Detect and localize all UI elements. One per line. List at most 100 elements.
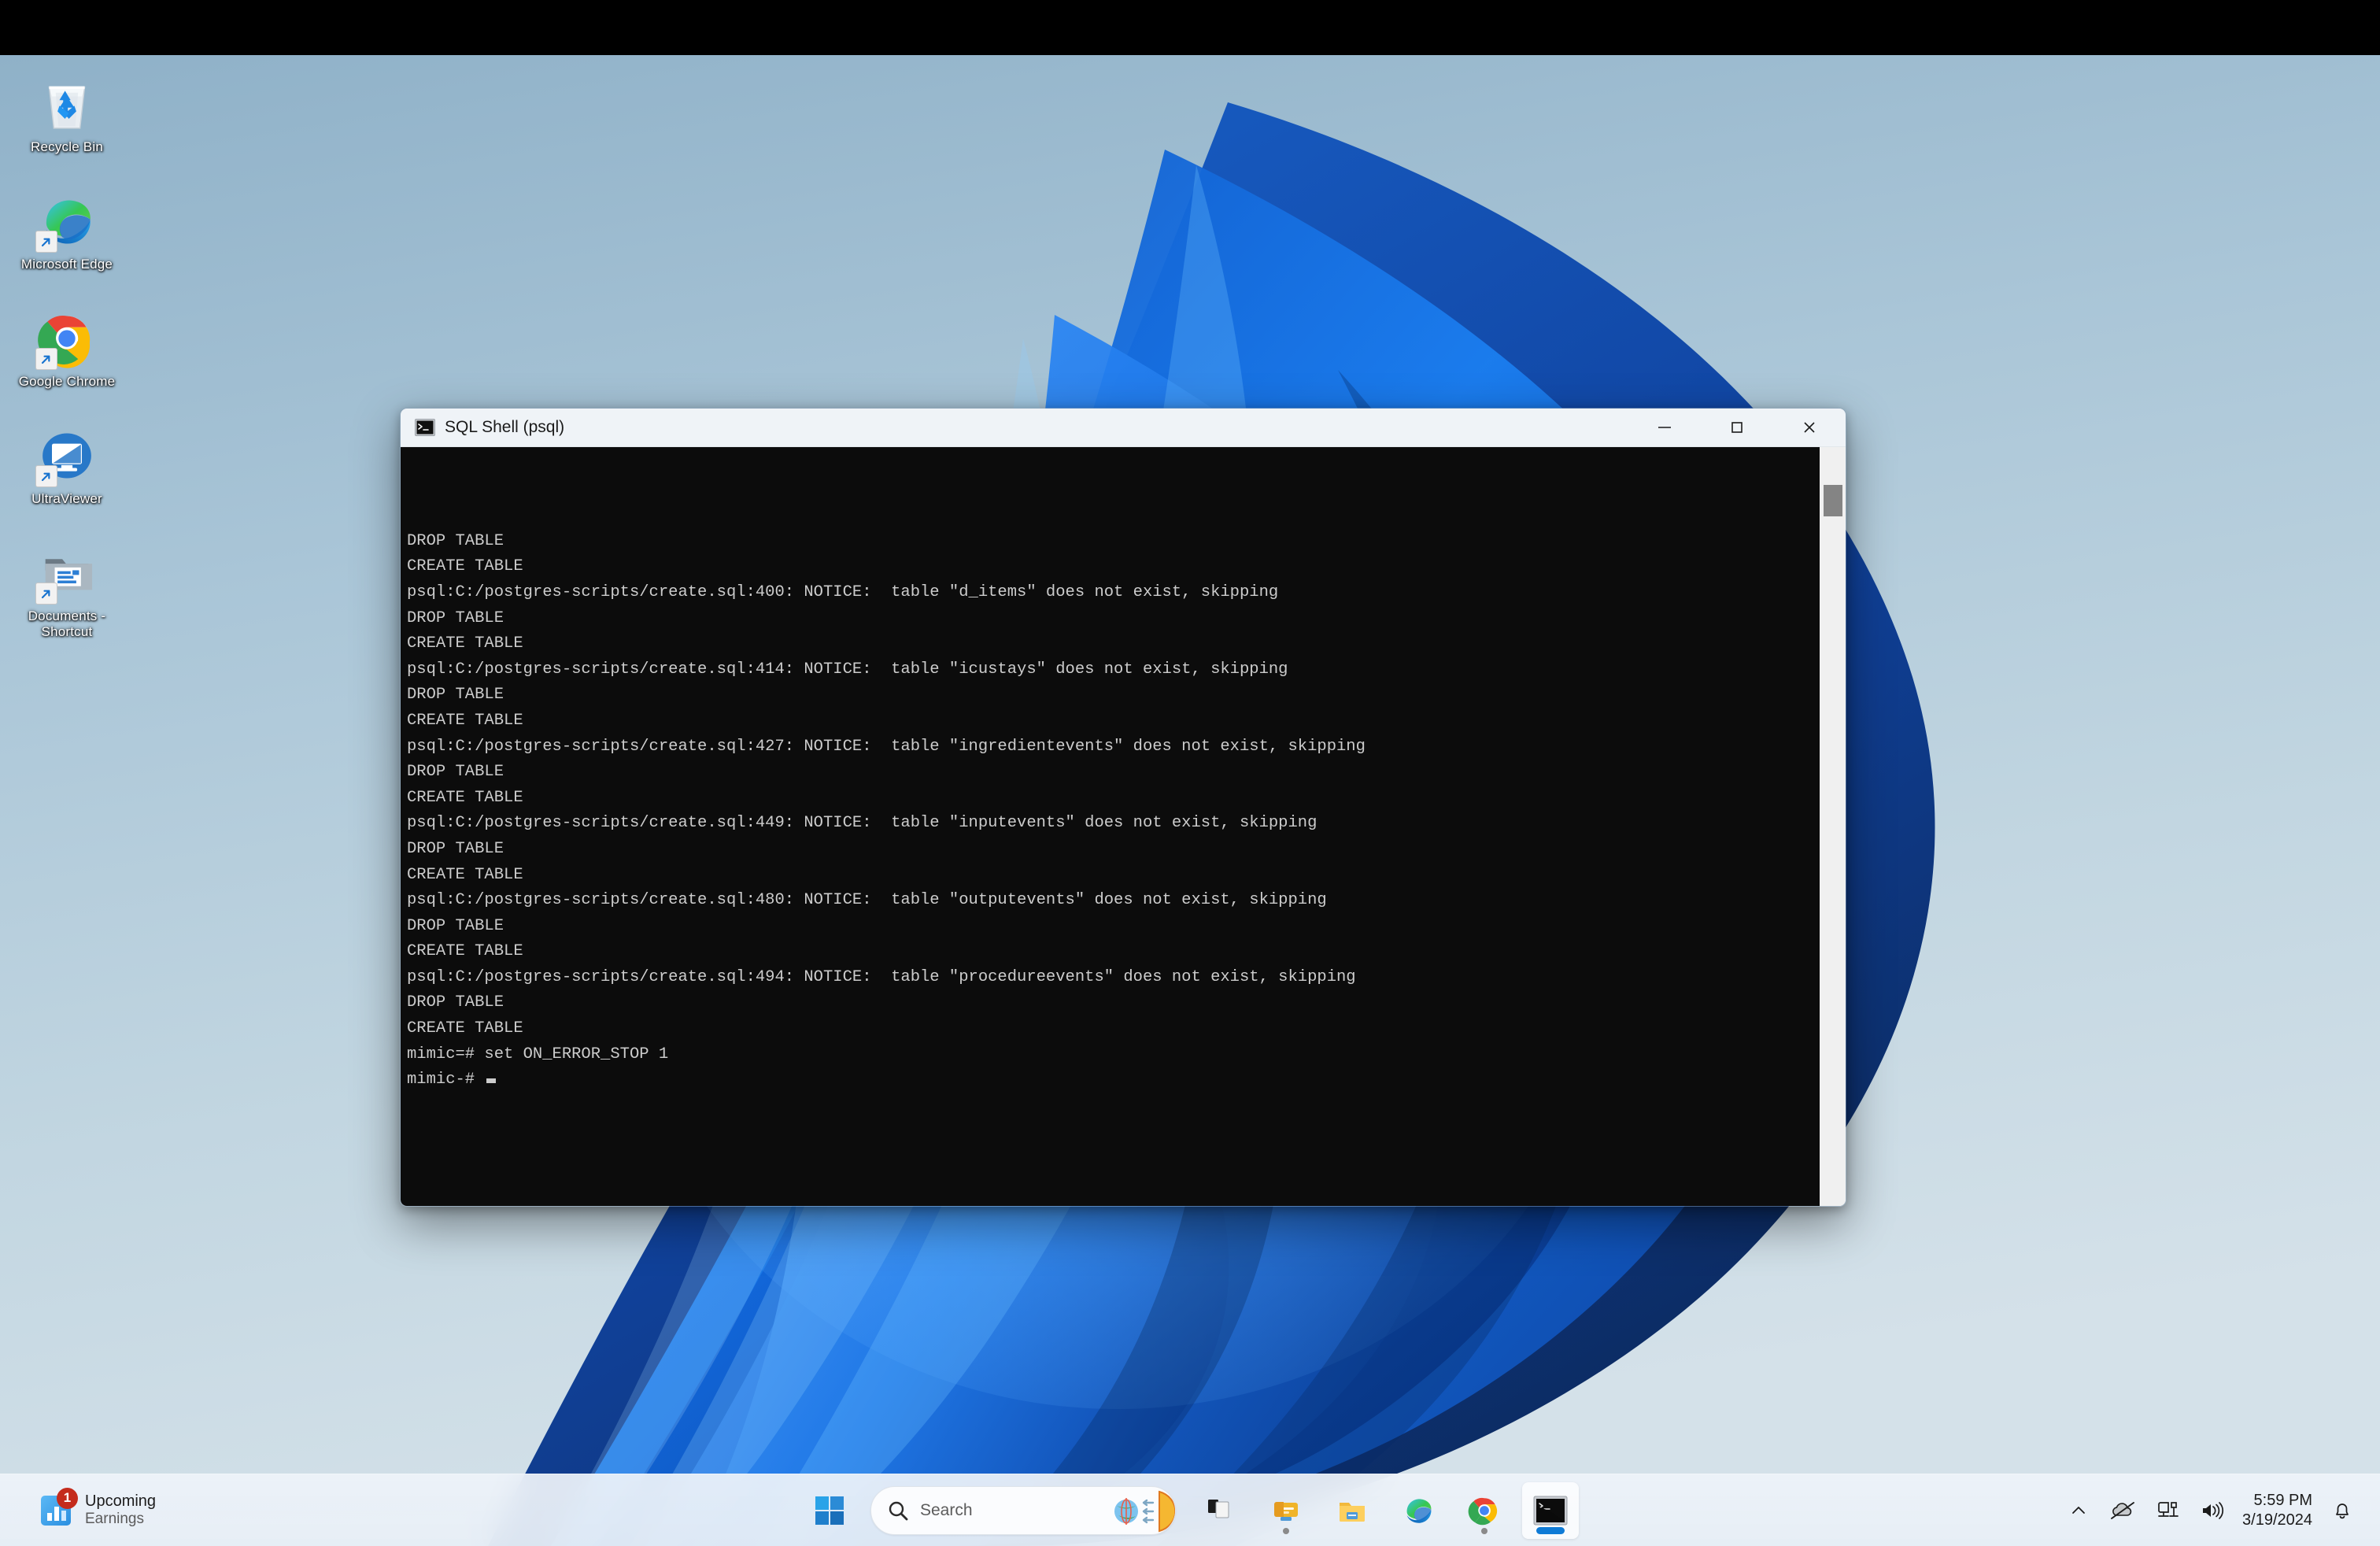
screen: Recycle Bin — [0, 0, 2380, 1546]
search-placeholder: Search — [920, 1501, 973, 1520]
tray-onedrive-button[interactable] — [2099, 1483, 2146, 1538]
close-icon — [1800, 418, 1819, 437]
scrollbar-thumb[interactable] — [1824, 485, 1842, 516]
desktop-icon-microsoft-edge[interactable]: Microsoft Edge — [0, 183, 134, 279]
windows-start-icon — [814, 1495, 845, 1526]
desktop-icon-label: Recycle Bin — [31, 139, 103, 155]
terminal-line: CREATE TABLE — [407, 863, 1819, 889]
taskbar[interactable]: 1 Upcoming Earnings — [0, 1474, 2380, 1546]
widget-subtitle: Earnings — [85, 1511, 156, 1528]
taskbar-sql-shell-button[interactable] — [1522, 1482, 1579, 1539]
terminal-line: mimic=# set ON_ERROR_STOP 1 — [407, 1042, 1819, 1068]
desktop-icon-label: Google Chrome — [19, 374, 116, 390]
shortcut-overlay-icon — [35, 348, 57, 370]
terminal-line: psql:C:/postgres-scripts/create.sql:494:… — [407, 965, 1819, 991]
recycle-bin-icon — [37, 74, 97, 134]
task-view-icon — [1205, 1496, 1235, 1526]
tray-volume-button[interactable] — [2190, 1483, 2234, 1538]
chrome-icon — [37, 309, 97, 368]
terminal-prompt-line[interactable]: mimic-# — [407, 1067, 1819, 1093]
terminal-area[interactable]: DROP TABLECREATE TABLEpsql:C:/postgres-s… — [401, 447, 1846, 1207]
maximize-button[interactable] — [1701, 409, 1773, 446]
letterbox-top-bar — [0, 0, 2380, 55]
window-titlebar[interactable]: SQL Shell (psql) — [401, 409, 1846, 447]
desktop-icon-label: Microsoft Edge — [21, 257, 113, 272]
search-input[interactable]: Search — [870, 1486, 1176, 1535]
network-icon — [2156, 1500, 2180, 1521]
chart-widget-icon: 1 — [39, 1494, 72, 1527]
terminal-line: DROP TABLE — [407, 529, 1819, 555]
terminal-line: CREATE TABLE — [407, 1016, 1819, 1042]
terminal-line: psql:C:/postgres-scripts/create.sql:400:… — [407, 580, 1819, 606]
window-title: SQL Shell (psql) — [445, 418, 564, 437]
widget-text: Upcoming Earnings — [85, 1492, 156, 1528]
search-illustration-icon — [1103, 1487, 1175, 1535]
running-indicator — [1481, 1528, 1488, 1534]
start-button[interactable] — [801, 1482, 858, 1539]
close-button[interactable] — [1773, 409, 1846, 446]
search-icon — [887, 1500, 909, 1522]
clock-date: 3/19/2024 — [2242, 1511, 2312, 1530]
terminal-cursor — [486, 1078, 496, 1083]
file-explorer-icon — [1336, 1495, 1368, 1526]
widgets-button[interactable] — [1258, 1482, 1314, 1539]
console-icon — [415, 419, 435, 436]
shortcut-overlay-icon — [35, 231, 57, 253]
terminal-prompt: mimic-# — [407, 1071, 484, 1089]
desktop[interactable]: Recycle Bin — [0, 55, 2380, 1546]
desktop-icon-documents-shortcut[interactable]: Documents - Shortcut — [0, 535, 134, 646]
taskbar-center-group: Search — [796, 1482, 1584, 1539]
notifications-button[interactable] — [2322, 1483, 2363, 1538]
taskbar-chrome-button[interactable] — [1456, 1482, 1513, 1539]
desktop-icon-recycle-bin[interactable]: Recycle Bin — [0, 66, 134, 161]
bell-icon — [2332, 1500, 2352, 1522]
desktop-icon-ultraviewer[interactable]: UltraViewer — [0, 418, 134, 513]
folder-docs-icon — [37, 543, 97, 603]
file-explorer-button[interactable] — [1324, 1482, 1380, 1539]
shortcut-overlay-icon — [35, 465, 57, 487]
maximize-icon — [1728, 418, 1746, 437]
terminal-output[interactable]: DROP TABLECREATE TABLEpsql:C:/postgres-s… — [401, 447, 1819, 1207]
widget-title: Upcoming — [85, 1492, 156, 1511]
tray-overflow-button[interactable] — [2058, 1483, 2099, 1538]
system-tray: 5:59 PM 3/19/2024 — [2058, 1483, 2363, 1538]
terminal-line: psql:C:/postgres-scripts/create.sql:414:… — [407, 657, 1819, 683]
terminal-line: psql:C:/postgres-scripts/create.sql:427:… — [407, 734, 1819, 760]
terminal-line: CREATE TABLE — [407, 939, 1819, 965]
widgets-icon — [1270, 1495, 1302, 1526]
terminal-line: CREATE TABLE — [407, 786, 1819, 812]
running-indicator — [1283, 1528, 1289, 1534]
terminal-line: DROP TABLE — [407, 760, 1819, 786]
taskbar-edge-button[interactable] — [1390, 1482, 1447, 1539]
terminal-line: CREATE TABLE — [407, 631, 1819, 657]
terminal-line: DROP TABLE — [407, 606, 1819, 632]
minimize-icon — [1655, 418, 1674, 437]
terminal-line: psql:C:/postgres-scripts/create.sql:480:… — [407, 888, 1819, 914]
volume-icon — [2201, 1500, 2224, 1521]
terminal-line: CREATE TABLE — [407, 554, 1819, 580]
edge-icon — [37, 191, 97, 251]
tray-network-button[interactable] — [2146, 1483, 2190, 1538]
sql-shell-window[interactable]: SQL Shell (psql) — [400, 408, 1846, 1207]
terminal-scrollbar[interactable] — [1819, 447, 1846, 1207]
ultraviewer-icon — [37, 426, 97, 486]
taskbar-widget-upcoming-earnings[interactable]: 1 Upcoming Earnings — [30, 1488, 165, 1533]
onedrive-offline-icon — [2109, 1500, 2136, 1521]
chrome-icon — [1468, 1494, 1501, 1527]
active-indicator — [1536, 1527, 1565, 1534]
shortcut-overlay-icon — [35, 583, 57, 605]
desktop-icon-label: Documents - Shortcut — [3, 608, 131, 640]
terminal-line: CREATE TABLE — [407, 708, 1819, 734]
minimize-button[interactable] — [1628, 409, 1701, 446]
clock-time: 5:59 PM — [2254, 1491, 2312, 1511]
desktop-icon-grid: Recycle Bin — [0, 55, 134, 668]
chevron-up-icon — [2068, 1500, 2089, 1521]
desktop-icon-google-chrome[interactable]: Google Chrome — [0, 301, 134, 396]
task-view-button[interactable] — [1192, 1482, 1248, 1539]
terminal-line: DROP TABLE — [407, 837, 1819, 863]
taskbar-clock[interactable]: 5:59 PM 3/19/2024 — [2234, 1483, 2322, 1538]
terminal-line: DROP TABLE — [407, 682, 1819, 708]
widget-badge: 1 — [57, 1488, 78, 1509]
terminal-line: DROP TABLE — [407, 990, 1819, 1016]
console-icon — [1533, 1496, 1568, 1526]
